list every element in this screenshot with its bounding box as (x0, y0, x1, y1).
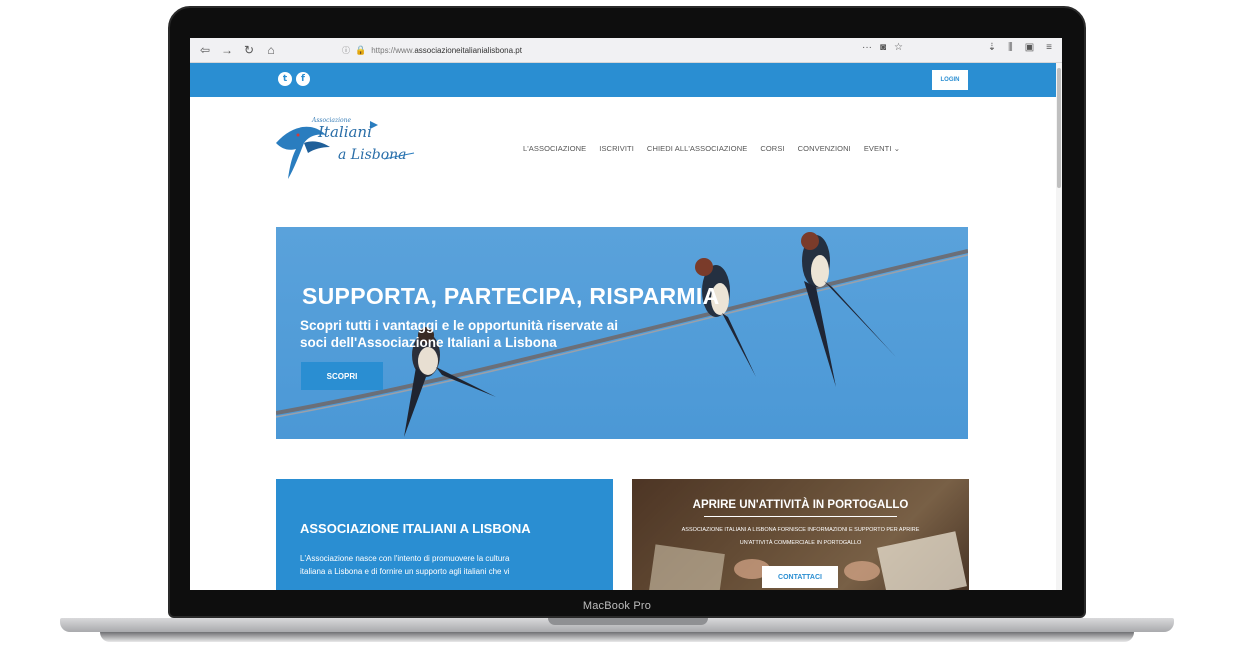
nav-item-eventi-label: EVENTI (863, 144, 892, 153)
panel-aprire-text-line1: ASSOCIAZIONE ITALIANI A LISBONA FORNISCE… (681, 527, 920, 533)
browser-toolbar: ⇦ → ↻ ⌂ ⓘ 🔒 https://www.associazioneital… (190, 38, 1062, 63)
url-domain: associazioneitalianialisbona.pt (414, 46, 522, 55)
reload-icon[interactable]: ↻ (240, 43, 258, 57)
device-label: MacBook Pro (582, 600, 652, 612)
library-icon[interactable]: ⫼ (1008, 42, 1013, 53)
site-logo[interactable]: Associazione Italiani a Lisbona (274, 113, 424, 183)
sidebar-icon[interactable]: ▣ (1025, 42, 1034, 53)
scopri-button[interactable]: SCOPRI (301, 362, 383, 390)
title-underline (704, 516, 897, 517)
bookmark-star-icon[interactable]: ☆ (894, 42, 903, 53)
panel-aprire-text-line2: UN'ATTIVITÀ COMMERCIALE IN PORTOGALLO (739, 540, 862, 546)
nav-item-associazione[interactable]: L'ASSOCIAZIONE (523, 144, 586, 153)
nav-item-iscriviti[interactable]: ISCRIVITI (599, 144, 634, 153)
nav-item-chiedi[interactable]: CHIEDI ALL'ASSOCIAZIONE (647, 144, 747, 153)
panel-associazione-text-line1: L'Associazione nasce con l'intento di pr… (300, 554, 510, 563)
panel-aprire-attivita: APRIRE UN'ATTIVITÀ IN PORTOGALLO ASSOCIA… (632, 479, 969, 590)
download-icon[interactable]: ⇣ (988, 42, 996, 53)
menu-icon[interactable]: ≡ (1046, 42, 1052, 53)
panel-associazione-text: L'Associazione nasce con l'intento di pr… (300, 552, 590, 578)
address-bar[interactable]: ⓘ 🔒 https://www.associazioneitalianialis… (342, 42, 902, 59)
hero-subtitle-line1: Scopri tutti i vantaggi e le opportunità… (300, 318, 619, 333)
website: t f LOGIN Associazione Italiani a Lisbon… (190, 63, 1056, 590)
hero-banner: SUPPORTA, PARTECIPA, RISPARMIA Scopri tu… (276, 227, 968, 439)
social-links: t f (278, 72, 310, 86)
login-button[interactable]: LOGIN (932, 70, 968, 90)
chevron-down-icon: ⌄ (893, 144, 901, 153)
info-icon[interactable]: ⓘ (342, 45, 350, 56)
panel-associazione: ASSOCIAZIONE ITALIANI A LISBONA L'Associ… (276, 479, 613, 590)
panel-associazione-title: ASSOCIAZIONE ITALIANI A LISBONA (300, 521, 531, 536)
hero-subtitle: Scopri tutti i vantaggi e le opportunità… (300, 317, 720, 351)
toolbar-right: ⇣ ⫼ ▣ ≡ (988, 42, 1052, 53)
logo-line2: a Lisbona (338, 147, 407, 163)
main-nav: L'ASSOCIAZIONE ISCRIVITI CHIEDI ALL'ASSO… (523, 144, 900, 153)
lock-icon: 🔒 (355, 45, 367, 55)
screen: ⇦ → ↻ ⌂ ⓘ 🔒 https://www.associazioneital… (190, 38, 1062, 590)
more-icon[interactable]: ··· (862, 42, 872, 53)
laptop-notch (548, 618, 708, 625)
url-text[interactable]: https://www.associazioneitalianialisbona… (371, 46, 522, 55)
forward-icon[interactable]: → (218, 43, 236, 57)
nav-buttons: ⇦ → ↻ ⌂ (190, 43, 280, 57)
stage: ⇦ → ↻ ⌂ ⓘ 🔒 https://www.associazioneital… (0, 0, 1234, 656)
pocket-icon[interactable]: ◙ (880, 42, 886, 53)
laptop-base-shadow (100, 632, 1134, 642)
nav-item-convenzioni[interactable]: CONVENZIONI (798, 144, 851, 153)
scrollbar-thumb[interactable] (1057, 68, 1061, 188)
facebook-icon[interactable]: f (296, 72, 310, 86)
home-icon[interactable]: ⌂ (262, 43, 280, 57)
nav-item-eventi[interactable]: EVENTI ⌄ (864, 144, 900, 153)
panel-associazione-text-line2: italiana a Lisbona e di fornire un suppo… (300, 567, 510, 576)
logo-line1: Italiani (318, 123, 372, 141)
hero-title: SUPPORTA, PARTECIPA, RISPARMIA (302, 283, 720, 309)
nav-item-corsi[interactable]: CORSI (760, 144, 784, 153)
panel-aprire-title: APRIRE UN'ATTIVITÀ IN PORTOGALLO (692, 499, 909, 511)
twitter-icon[interactable]: t (278, 72, 292, 86)
top-bar: t f LOGIN (190, 63, 1056, 97)
url-actions: ··· ◙ ☆ (862, 42, 903, 53)
url-prefix: https://www. (371, 46, 415, 55)
contattaci-button[interactable]: CONTATTACI (762, 566, 838, 588)
hero-subtitle-line2: soci dell'Associazione Italiani a Lisbon… (300, 335, 557, 350)
panel-aprire-text: ASSOCIAZIONE ITALIANI A LISBONA FORNISCE… (652, 524, 949, 550)
back-icon[interactable]: ⇦ (196, 43, 214, 57)
